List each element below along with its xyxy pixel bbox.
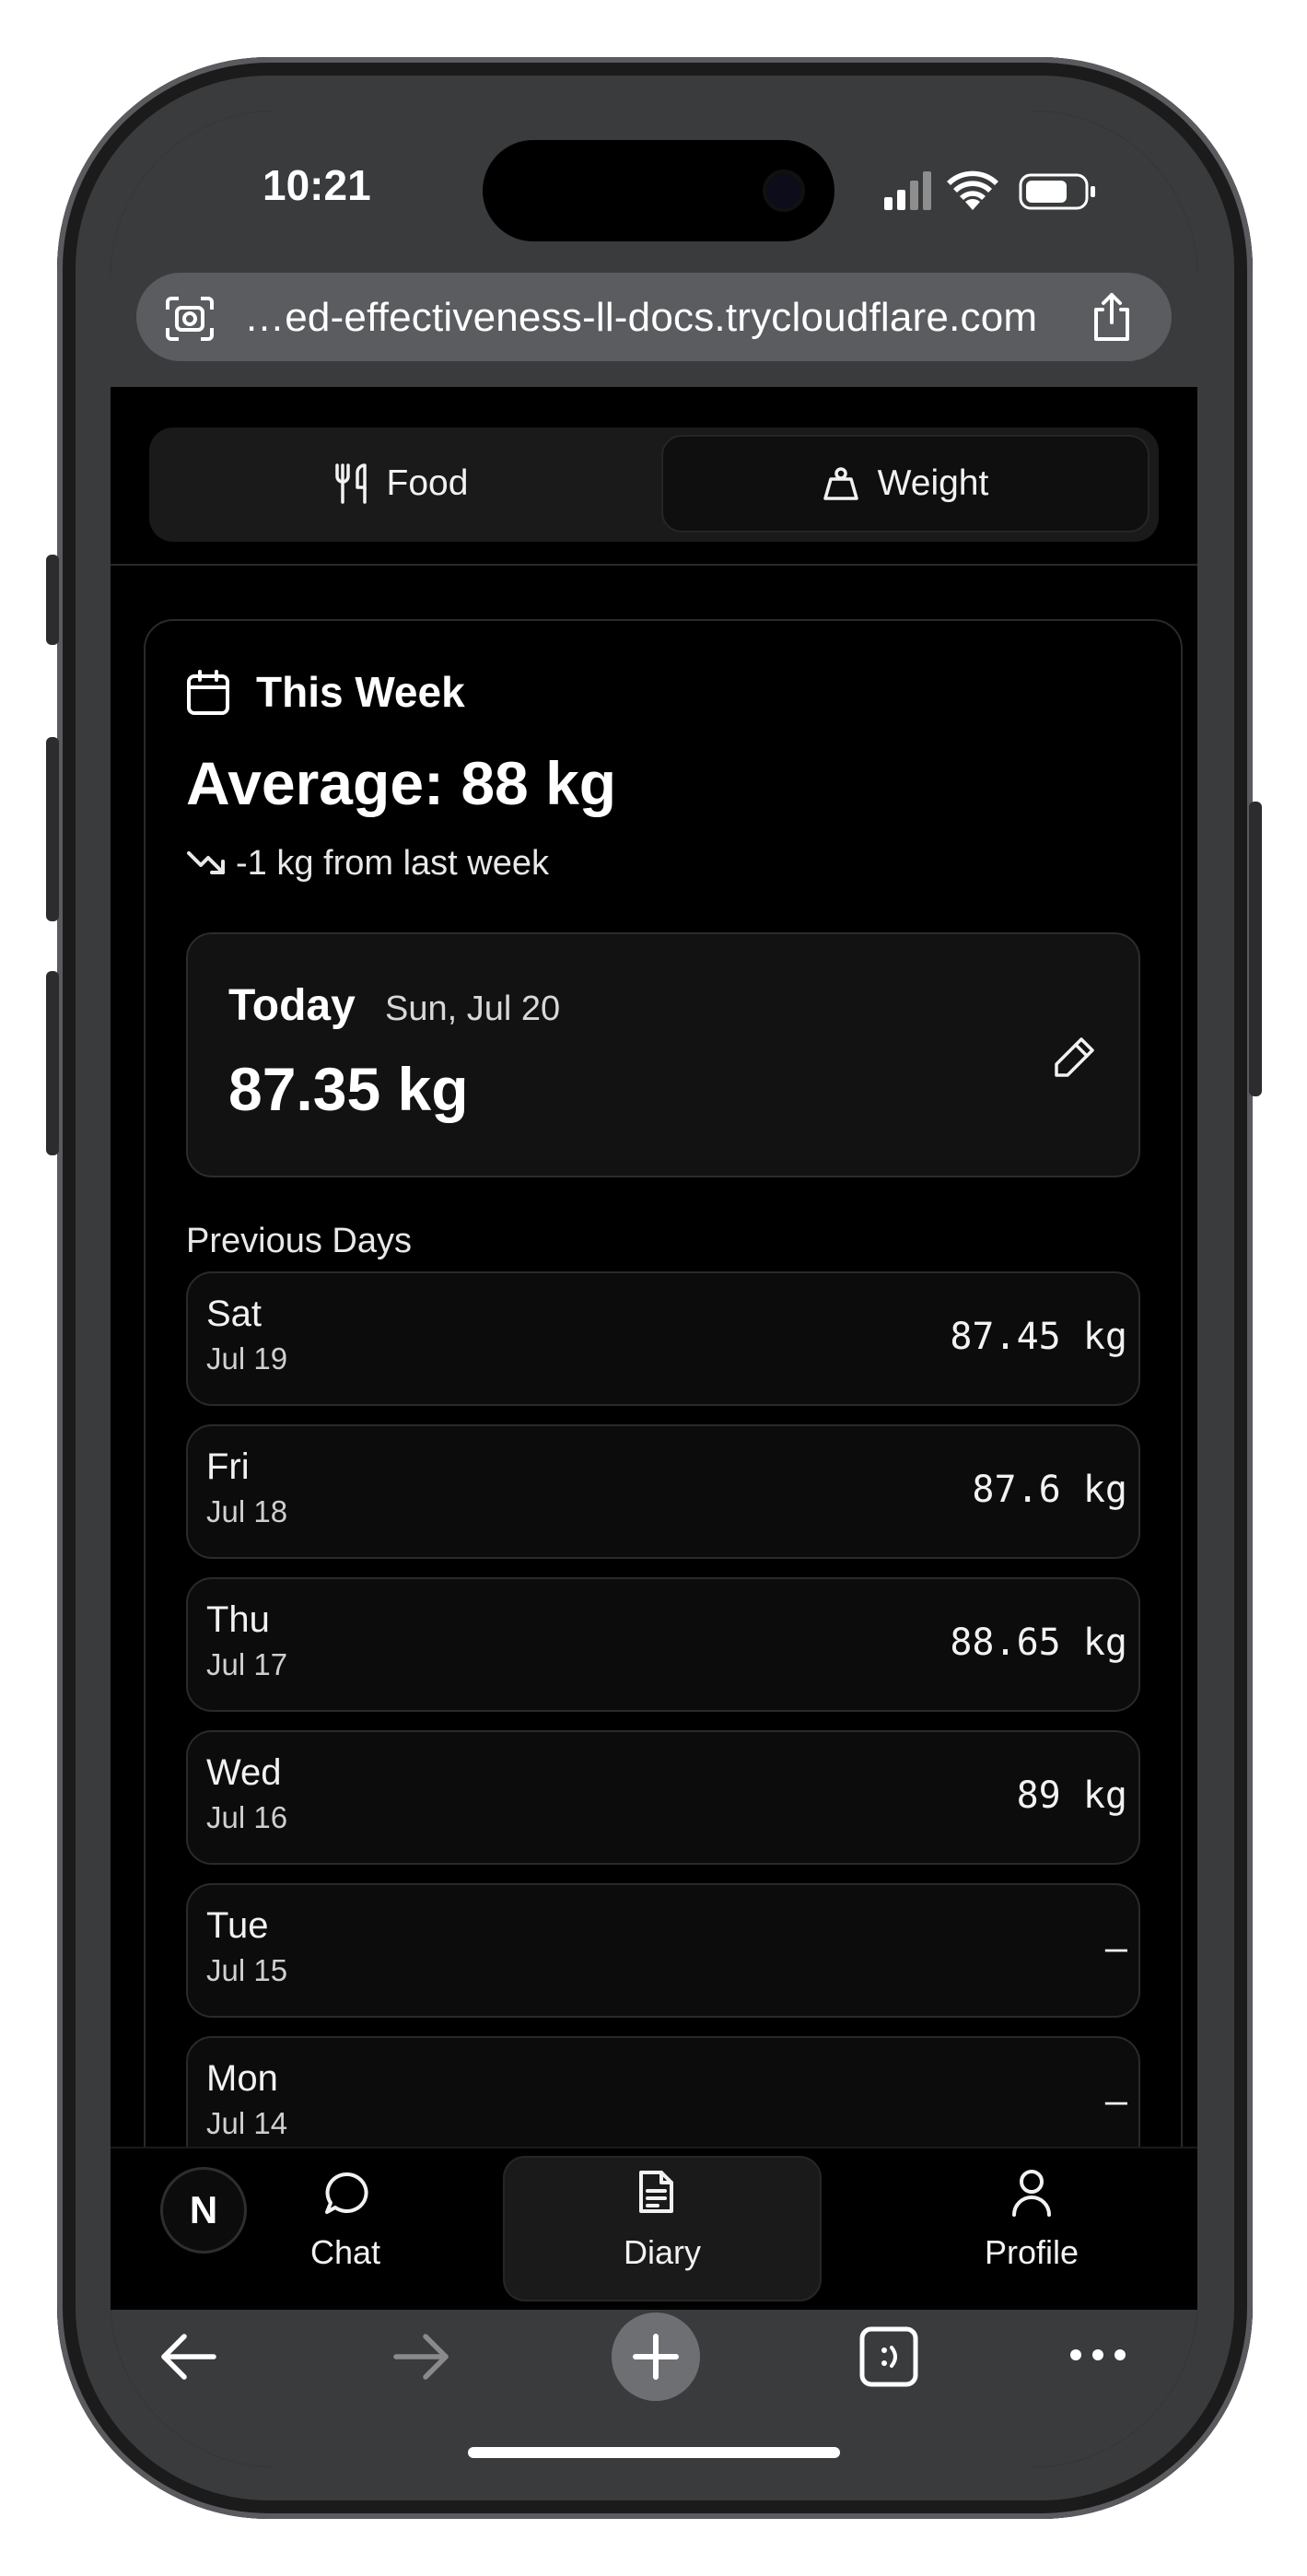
day-row[interactable]	[186, 1883, 1140, 2018]
status-icons	[884, 170, 1095, 210]
document-icon	[639, 2171, 673, 2213]
tab-food[interactable]: Food	[157, 435, 645, 533]
day-row-value: 87.45 kg	[950, 1316, 1127, 1358]
week-title: This Week	[256, 668, 465, 716]
share-icon[interactable]	[1087, 291, 1137, 343]
day-row-date: Jul 17	[206, 1647, 288, 1681]
user-icon	[1012, 2170, 1051, 2217]
day-row-date: Jul 19	[206, 1341, 288, 1376]
power-button	[1249, 802, 1262, 1096]
chat-bubble-icon	[325, 2172, 368, 2214]
tab-weight[interactable]: Weight	[661, 435, 1149, 533]
weekly-average: Average: 88 kg	[186, 749, 617, 817]
wifi-icon	[947, 170, 998, 210]
nav-diary-label: Diary	[623, 2233, 701, 2271]
day-row-day: Sat	[206, 1294, 263, 1334]
previous-days-title: Previous Days	[186, 1222, 412, 1260]
avatar-initial: N	[189, 2188, 218, 2231]
day-row-date: Jul 14	[206, 2106, 288, 2140]
day-row-date: Jul 18	[206, 1494, 288, 1528]
day-row-day: Tue	[206, 1905, 269, 1946]
battery-icon	[1019, 173, 1095, 210]
nav-profile-label: Profile	[984, 2233, 1079, 2271]
page-settings-icon[interactable]	[164, 295, 216, 343]
status-time: 10:21	[263, 161, 371, 209]
nav-chat[interactable]: Chat	[276, 2161, 414, 2300]
home-indicator	[468, 2447, 840, 2458]
edit-pencil-icon[interactable]	[1052, 1034, 1098, 1080]
back-arrow-icon[interactable]	[158, 2331, 219, 2383]
volume-down-button	[46, 971, 59, 1155]
today-date: Sun, Jul 20	[385, 989, 561, 1028]
day-row-value: —	[1104, 1927, 1127, 1970]
day-row-date: Jul 15	[206, 1953, 288, 1987]
utensils-icon	[334, 463, 367, 504]
day-row[interactable]	[186, 1730, 1140, 1865]
nav-chat-label: Chat	[309, 2233, 381, 2271]
day-row-date: Jul 16	[206, 1800, 288, 1834]
day-row-day: Thu	[206, 1599, 270, 1640]
camera-lens	[766, 173, 801, 208]
weekly-trend: -1 kg from last week	[236, 844, 549, 883]
volume-up-button	[46, 737, 59, 921]
day-row-day: Wed	[206, 1752, 282, 1793]
today-label: Today	[228, 981, 356, 1030]
more-options-icon[interactable]	[1068, 2344, 1127, 2366]
day-row-day: Mon	[206, 2058, 278, 2099]
day-row-value: —	[1104, 2080, 1127, 2123]
day-row-day: Fri	[206, 1446, 250, 1487]
day-row-value: 88.65 kg	[950, 1622, 1127, 1664]
signal-icon	[884, 171, 931, 210]
calendar-icon	[187, 670, 229, 715]
tabs-icon[interactable]	[858, 2325, 919, 2388]
trending-down-icon	[187, 851, 225, 874]
action-button	[46, 555, 59, 645]
new-tab-plus-icon[interactable]	[612, 2313, 700, 2401]
weight-icon	[823, 467, 858, 500]
nav-profile[interactable]: Profile	[958, 2161, 1105, 2300]
screen: 10:21 …ed-effectiveness-ll-docs.trycloud…	[111, 111, 1197, 2467]
tab-food-label: Food	[386, 463, 469, 503]
url-text[interactable]: …ed-effectiveness-ll-docs.trycloudflare.…	[244, 295, 1037, 341]
day-row-value: 87.6 kg	[972, 1469, 1127, 1511]
tab-weight-label: Weight	[877, 463, 989, 503]
day-row-value: 89 kg	[1016, 1774, 1127, 1817]
today-weight: 87.35 kg	[228, 1055, 469, 1123]
forward-arrow-icon[interactable]	[391, 2331, 451, 2383]
header-divider	[111, 564, 1197, 566]
